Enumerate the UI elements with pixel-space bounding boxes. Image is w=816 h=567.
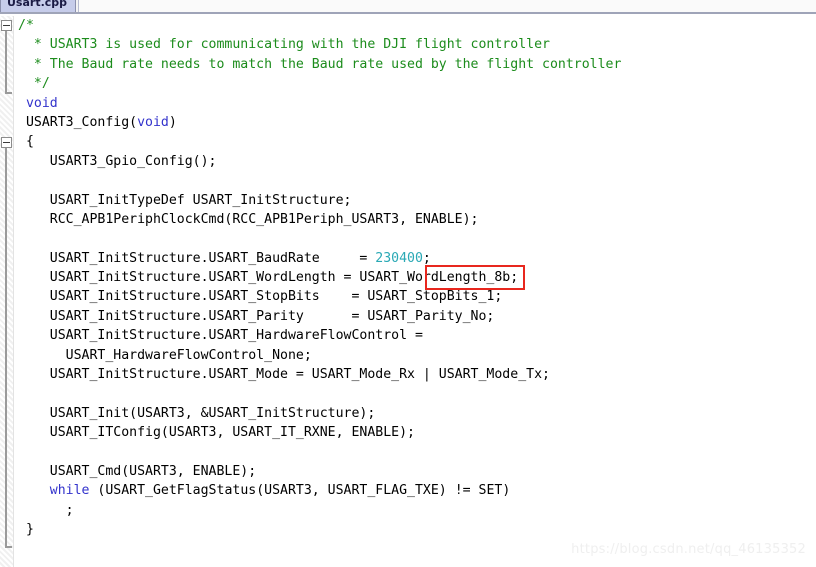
code-token-pln: USART_InitStructure.USART_Parity = USART… xyxy=(18,308,495,324)
editor-tab-usart-cpp[interactable]: Usart.cpp xyxy=(0,0,76,12)
code-line[interactable]: { xyxy=(14,132,816,151)
code-token-pln: USART_Cmd(USART3, ENABLE); xyxy=(18,463,257,479)
code-line[interactable]: USART_InitStructure.USART_WordLength = U… xyxy=(14,268,816,287)
code-line[interactable]: USART_InitStructure.USART_Parity = USART… xyxy=(14,307,816,326)
code-token-pln: RCC_APB1PeriphClockCmd(RCC_APB1Periph_US… xyxy=(18,211,479,227)
code-token-pln: } xyxy=(18,522,34,538)
code-token-kw: while xyxy=(49,483,90,499)
code-token-pln: USART_InitStructure.USART_BaudRate = xyxy=(18,250,376,266)
code-token-pln: USART_InitStructure.USART_HardwareFlowCo… xyxy=(18,328,423,344)
code-line[interactable]: USART_ITConfig(USART3, USART_IT_RXNE, EN… xyxy=(14,423,816,442)
code-token-kw: void xyxy=(137,114,169,130)
code-token-cmt: /* xyxy=(18,18,34,33)
fold-toggle-comment-block[interactable] xyxy=(1,20,12,31)
code-line-blank[interactable] xyxy=(14,384,816,403)
fold-toggle-function-body[interactable] xyxy=(1,137,12,148)
code-line[interactable]: USART_InitStructure.USART_BaudRate = 230… xyxy=(14,249,816,268)
code-line[interactable]: USART_InitStructure.USART_HardwareFlowCo… xyxy=(14,326,816,345)
code-text[interactable]: /* * USART3 is used for communicating wi… xyxy=(14,16,816,567)
code-line[interactable]: USART_InitStructure.USART_Mode = USART_M… xyxy=(14,365,816,384)
code-line[interactable]: USART_HardwareFlowControl_None; xyxy=(14,346,816,365)
code-line-blank[interactable] xyxy=(14,443,816,462)
code-token-pln: ) xyxy=(168,114,177,130)
code-line-blank[interactable] xyxy=(14,229,816,248)
code-line-blank[interactable] xyxy=(14,171,816,190)
fold-line-end-function-body xyxy=(5,546,12,548)
code-token-pln: USART3_Config( xyxy=(18,114,138,130)
code-editor-surface[interactable]: /* * USART3 is used for communicating wi… xyxy=(0,16,816,567)
code-token-pln: USART_InitStructure.USART_WordLength = U… xyxy=(18,270,519,286)
code-token-pln: ; xyxy=(422,250,431,266)
code-token-pln xyxy=(18,96,26,111)
code-token-pln: USART_InitStructure.USART_StopBits = USA… xyxy=(18,289,503,305)
code-line[interactable]: USART_InitTypeDef USART_InitStructure; xyxy=(14,191,816,210)
code-line[interactable]: while (USART_GetFlagStatus(USART3, USART… xyxy=(14,481,816,500)
code-line[interactable]: USART_Cmd(USART3, ENABLE); xyxy=(14,462,816,481)
code-line[interactable]: USART3_Gpio_Config(); xyxy=(14,152,816,171)
code-token-num: 230400 xyxy=(375,250,423,266)
code-token-cmt: * USART3 is used for communicating with … xyxy=(18,37,550,53)
code-token-pln: ; xyxy=(18,502,74,518)
fold-line-function-body xyxy=(5,148,7,548)
code-line[interactable]: USART_Init(USART3, &USART_InitStructure)… xyxy=(14,404,816,423)
code-token-pln xyxy=(18,483,50,498)
fold-line-end-comment-block xyxy=(5,92,12,94)
code-line[interactable]: USART_InitStructure.USART_StopBits = USA… xyxy=(14,287,816,306)
code-line[interactable]: USART3_Config(void) xyxy=(14,113,816,132)
code-line[interactable]: ; xyxy=(14,501,816,520)
code-line[interactable]: */ xyxy=(14,74,816,93)
csdn-watermark: https://blog.csdn.net/qq_46135352 xyxy=(571,542,806,557)
code-line[interactable]: * The Baud rate needs to match the Baud … xyxy=(14,55,816,74)
code-editor-window: Usart.cpp /* * USART3 is used for commun… xyxy=(0,0,816,567)
fold-line-comment-block xyxy=(5,31,7,94)
code-line[interactable]: /* xyxy=(14,16,816,35)
code-token-pln: USART3_Gpio_Config(); xyxy=(18,153,217,169)
code-token-cmt: * The Baud rate needs to match the Baud … xyxy=(18,56,622,72)
code-token-pln: USART_HardwareFlowControl_None; xyxy=(18,347,312,363)
code-token-pln: USART_InitStructure.USART_Mode = USART_M… xyxy=(18,367,550,383)
code-token-pln: USART_Init(USART3, &USART_InitStructure)… xyxy=(18,405,376,421)
code-line[interactable]: void xyxy=(14,94,816,113)
code-token-kw: void xyxy=(25,95,58,111)
code-line[interactable]: * USART3 is used for communicating with … xyxy=(14,35,816,54)
code-token-pln: (USART_GetFlagStatus(USART3, USART_FLAG_… xyxy=(89,483,511,499)
code-line[interactable]: } xyxy=(14,520,816,539)
editor-tab-bar: Usart.cpp xyxy=(0,0,816,14)
code-token-cmt: */ xyxy=(18,76,50,92)
code-token-pln: USART_ITConfig(USART3, USART_IT_RXNE, EN… xyxy=(18,425,415,441)
code-token-pln: { xyxy=(18,134,34,150)
code-token-pln: USART_InitTypeDef USART_InitStructure; xyxy=(18,192,352,208)
code-line[interactable]: RCC_APB1PeriphClockCmd(RCC_APB1Periph_US… xyxy=(14,210,816,229)
tab-bar-filler xyxy=(78,0,816,12)
